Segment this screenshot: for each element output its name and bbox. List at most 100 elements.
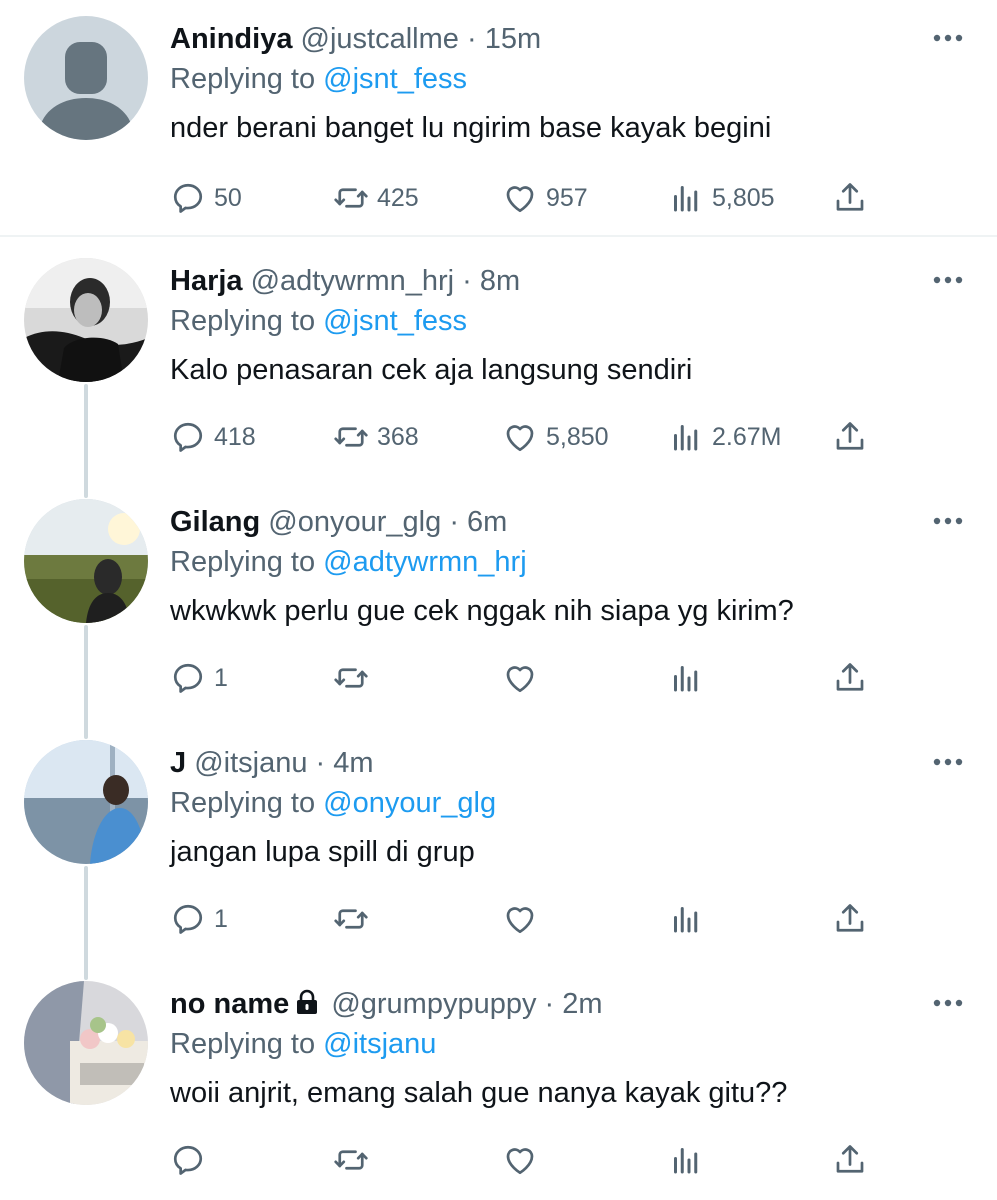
heart-icon bbox=[502, 180, 538, 216]
timestamp[interactable]: 15m bbox=[485, 23, 541, 55]
divider bbox=[0, 235, 997, 237]
tweet-header: Anindiya @justcallme · 15m bbox=[170, 22, 541, 56]
retweet-button[interactable] bbox=[333, 1138, 377, 1182]
reply-count: 1 bbox=[214, 904, 228, 933]
views-icon bbox=[668, 901, 704, 937]
mention-link[interactable]: @jsnt_fess bbox=[323, 63, 467, 95]
default-avatar-icon bbox=[24, 16, 148, 140]
mention-link[interactable]: @onyour_glg bbox=[323, 787, 496, 819]
reply-button[interactable]: 1 bbox=[170, 897, 228, 941]
timestamp[interactable]: 6m bbox=[467, 506, 507, 538]
more-options-button[interactable] bbox=[930, 507, 966, 535]
avatar[interactable] bbox=[24, 499, 148, 623]
more-options-button[interactable] bbox=[930, 24, 966, 52]
reply-button[interactable]: 1 bbox=[170, 656, 228, 700]
retweet-count: 368 bbox=[377, 422, 419, 451]
reply-icon bbox=[170, 180, 206, 216]
mention-link[interactable]: @itsjanu bbox=[323, 1028, 436, 1060]
timestamp[interactable]: 8m bbox=[480, 265, 520, 297]
reply-icon bbox=[170, 1142, 206, 1178]
profile-photo-icon bbox=[24, 981, 148, 1105]
replying-label: Replying to bbox=[170, 63, 324, 95]
like-button[interactable] bbox=[502, 897, 546, 941]
user-handle[interactable]: @onyour_glg bbox=[268, 506, 441, 538]
share-button[interactable] bbox=[832, 897, 868, 941]
separator-dot: · bbox=[449, 506, 459, 538]
avatar[interactable] bbox=[24, 981, 148, 1105]
profile-photo-icon bbox=[24, 258, 148, 382]
reply-button[interactable] bbox=[170, 1138, 214, 1182]
like-button[interactable]: 957 bbox=[502, 176, 588, 220]
avatar[interactable] bbox=[24, 740, 148, 864]
replying-label: Replying to bbox=[170, 546, 324, 578]
display-name[interactable]: Gilang bbox=[170, 506, 260, 538]
like-button[interactable]: 5,850 bbox=[502, 415, 609, 459]
tweet[interactable]: Harja @adtywrmn_hrj · 8m Replying to @js… bbox=[0, 242, 997, 483]
retweet-icon bbox=[333, 901, 369, 937]
user-handle[interactable]: @grumpypuppy bbox=[331, 988, 536, 1020]
timestamp[interactable]: 4m bbox=[333, 747, 373, 779]
reply-count: 1 bbox=[214, 663, 228, 692]
user-handle[interactable]: @itsjanu bbox=[194, 747, 307, 779]
heart-icon bbox=[502, 419, 538, 455]
view-count: 2.67M bbox=[712, 422, 782, 451]
tweet-header: Gilang @onyour_glg · 6m bbox=[170, 505, 507, 539]
share-icon bbox=[832, 1142, 868, 1178]
views-button[interactable] bbox=[668, 1138, 712, 1182]
avatar[interactable] bbox=[24, 16, 148, 140]
display-name[interactable]: Harja bbox=[170, 265, 243, 297]
more-horizontal-icon bbox=[930, 515, 966, 527]
views-icon bbox=[668, 419, 704, 455]
user-handle[interactable]: @adtywrmn_hrj bbox=[251, 265, 455, 297]
separator-dot: · bbox=[466, 23, 477, 55]
more-horizontal-icon bbox=[930, 756, 966, 768]
retweet-button[interactable]: 425 bbox=[333, 176, 419, 220]
tweet-text: Kalo penasaran cek aja langsung sendiri bbox=[170, 354, 693, 386]
views-button[interactable] bbox=[668, 897, 712, 941]
avatar[interactable] bbox=[24, 258, 148, 382]
more-options-button[interactable] bbox=[930, 748, 966, 776]
reply-button[interactable]: 418 bbox=[170, 415, 256, 459]
share-button[interactable] bbox=[832, 415, 868, 459]
view-count: 5,805 bbox=[712, 183, 775, 212]
views-button[interactable] bbox=[668, 656, 712, 700]
reply-icon bbox=[170, 419, 206, 455]
display-name[interactable]: Anindiya bbox=[170, 23, 292, 55]
more-options-button[interactable] bbox=[930, 266, 966, 294]
mention-link[interactable]: @jsnt_fess bbox=[323, 305, 467, 337]
reply-button[interactable]: 50 bbox=[170, 176, 242, 220]
share-button[interactable] bbox=[832, 176, 868, 220]
replying-label: Replying to bbox=[170, 1028, 324, 1060]
views-button[interactable]: 5,805 bbox=[668, 176, 775, 220]
replying-to: Replying to @jsnt_fess bbox=[170, 62, 467, 96]
replying-to: Replying to @jsnt_fess bbox=[170, 304, 467, 338]
tweet[interactable]: J @itsjanu · 4m Replying to @onyour_glg … bbox=[0, 724, 997, 965]
timestamp[interactable]: 2m bbox=[562, 988, 602, 1020]
tweet-header: Harja @adtywrmn_hrj · 8m bbox=[170, 264, 520, 298]
tweet-text: jangan lupa spill di grup bbox=[170, 836, 475, 868]
retweet-button[interactable]: 368 bbox=[333, 415, 419, 459]
views-button[interactable]: 2.67M bbox=[668, 415, 781, 459]
share-button[interactable] bbox=[832, 656, 868, 700]
mention-link[interactable]: @adtywrmn_hrj bbox=[323, 546, 527, 578]
share-button[interactable] bbox=[832, 1138, 868, 1182]
tweet[interactable]: Anindiya @justcallme · 15m Replying to @… bbox=[0, 0, 997, 234]
retweet-icon bbox=[333, 1142, 369, 1178]
replying-label: Replying to bbox=[170, 305, 324, 337]
tweet[interactable]: no name @grumpypuppy · 2m Replying to @i… bbox=[0, 965, 997, 1200]
profile-photo-icon bbox=[24, 740, 148, 864]
retweet-button[interactable] bbox=[333, 656, 377, 700]
more-options-button[interactable] bbox=[930, 989, 966, 1017]
views-icon bbox=[668, 660, 704, 696]
tweet[interactable]: Gilang @onyour_glg · 6m Replying to @adt… bbox=[0, 483, 997, 724]
user-handle[interactable]: @justcallme bbox=[301, 23, 459, 55]
retweet-icon bbox=[333, 660, 369, 696]
display-name[interactable]: no name bbox=[170, 988, 289, 1020]
heart-icon bbox=[502, 1142, 538, 1178]
tweet-text: wkwkwk perlu gue cek nggak nih siapa yg … bbox=[170, 595, 794, 627]
like-button[interactable] bbox=[502, 656, 546, 700]
like-count: 5,850 bbox=[546, 422, 609, 451]
retweet-button[interactable] bbox=[333, 897, 377, 941]
display-name[interactable]: J bbox=[170, 747, 186, 779]
like-button[interactable] bbox=[502, 1138, 546, 1182]
